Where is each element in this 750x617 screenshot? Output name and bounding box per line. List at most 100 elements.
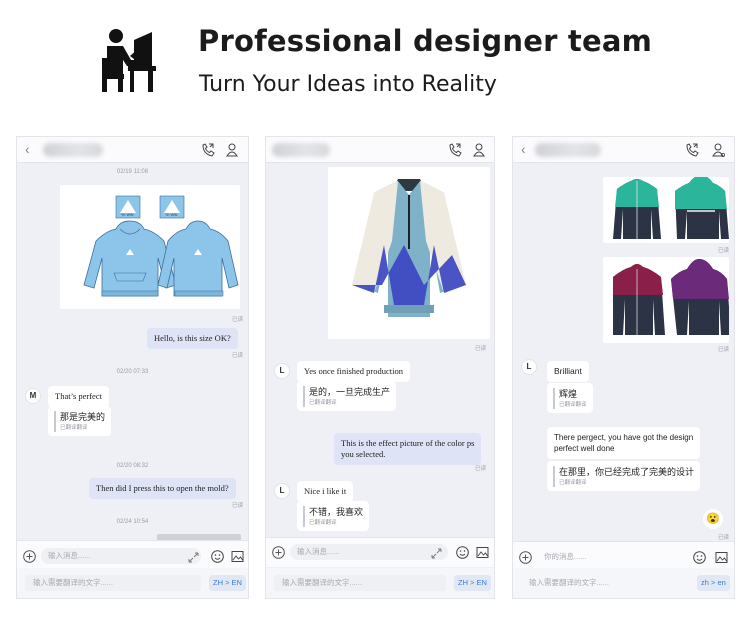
incoming-line-2: perfect well done — [554, 444, 615, 453]
chat-topbar — [266, 137, 494, 163]
phone-call-icon[interactable] — [685, 142, 699, 158]
chat-screenshot-2: 已读 L Yes once finished production 是的，一旦完… — [265, 136, 495, 599]
translated-message: 不错，我喜欢 已翻译翻译 — [297, 501, 370, 531]
translated-message: 在那里，你已经完成了完美的设计 已翻译翻译 — [547, 461, 701, 491]
translated-text: 辉煌 — [559, 389, 578, 399]
translate-bar: 输入需要翻译的文字...... ZH > EN — [17, 568, 248, 598]
translate-bar: 输入需要翻译的文字...... zh > en — [513, 568, 734, 598]
emoji-icon[interactable] — [456, 546, 469, 559]
purple-jacket-image[interactable] — [603, 257, 729, 343]
expand-icon[interactable] — [430, 547, 443, 560]
avatar[interactable]: L — [274, 483, 290, 499]
teal-jacket-render — [613, 177, 729, 239]
add-icon[interactable] — [272, 546, 285, 559]
translated-message: 辉煌 已翻译翻译 — [547, 383, 593, 413]
incoming-message: There pergect, you have got the design p… — [547, 427, 701, 459]
back-arrow-icon[interactable]: ‹ — [25, 141, 30, 157]
translate-input[interactable]: 输入需要翻译的文字...... — [521, 575, 689, 591]
design-badge-1: YK WIN — [121, 213, 134, 217]
add-icon[interactable] — [519, 551, 532, 564]
read-receipt: 已读 — [475, 346, 487, 352]
expand-icon[interactable] — [187, 551, 200, 564]
outgoing-line-2: you selected. — [341, 449, 386, 459]
purple-jacket-render — [613, 259, 729, 335]
incoming-message: Brilliant — [547, 361, 589, 382]
language-toggle[interactable]: zh > en — [697, 575, 730, 591]
emoji-icon[interactable] — [693, 551, 706, 564]
hoodie-design-image[interactable]: YK WIN YK WIN — [60, 185, 240, 309]
designer-at-desk-icon — [102, 29, 156, 92]
jacket-render-image[interactable] — [328, 167, 490, 339]
language-toggle[interactable]: ZH > EN — [209, 575, 246, 591]
read-receipt: 已读 — [232, 503, 244, 509]
outgoing-message: This is the effect picture of the color … — [334, 433, 482, 465]
image-icon[interactable] — [715, 551, 728, 564]
translate-bar: 输入需要翻译的文字...... ZH > EN — [266, 568, 494, 598]
translated-label: 已翻译翻译 — [309, 400, 337, 406]
teal-jacket-back — [675, 177, 729, 239]
outgoing-line-1: This is the effect picture of the color … — [341, 438, 475, 448]
phone-call-icon[interactable] — [201, 142, 215, 158]
read-receipt: 已读 — [232, 353, 244, 359]
message-input[interactable]: 输入消息...... — [290, 544, 448, 560]
purple-jacket-front — [613, 264, 665, 335]
message-input[interactable]: 你的消息...... — [537, 549, 687, 565]
timestamp: 02/20 08:32 — [116, 463, 149, 469]
read-receipt: 已读 — [475, 466, 487, 472]
message-input[interactable]: 输入消息...... — [41, 548, 201, 564]
banner-header: Professional designer team Turn Your Ide… — [0, 0, 750, 128]
hoodie-sketch: YK WIN YK WIN — [83, 195, 239, 297]
jacket-render — [352, 179, 466, 317]
purple-jacket-back — [671, 259, 729, 335]
back-arrow-icon[interactable]: ‹ — [521, 141, 526, 157]
translated-message: 那是完美的 已翻译翻译 — [48, 406, 112, 436]
read-receipt: 已读 — [718, 347, 730, 353]
read-receipt: 已读 — [718, 248, 730, 254]
add-icon[interactable] — [23, 550, 36, 563]
teal-jacket-image[interactable] — [603, 177, 729, 243]
banner-title: Professional designer team — [198, 24, 653, 58]
profile-icon[interactable] — [472, 142, 486, 158]
translate-input[interactable]: 输入需要翻译的文字...... — [25, 575, 201, 591]
translated-message: 是的，一旦完成生产 已翻译翻译 — [297, 381, 397, 411]
avatar[interactable]: L — [274, 363, 290, 379]
image-icon[interactable] — [476, 546, 489, 559]
incoming-message: Yes once finished production — [297, 361, 410, 382]
image-icon[interactable] — [231, 550, 244, 563]
read-receipt: 已读 — [232, 317, 244, 323]
translated-label: 已翻译翻译 — [309, 520, 337, 526]
message-input-bar: 你的消息...... — [513, 541, 734, 571]
avatar[interactable]: L — [521, 359, 537, 375]
chat-topbar: ‹ — [513, 137, 734, 163]
blurred-contact-name — [535, 143, 601, 157]
timestamp: 02/20 07:33 — [116, 369, 149, 375]
incoming-message: That’s perfect — [48, 386, 109, 407]
translated-text: 不错，我喜欢 — [309, 507, 364, 517]
timestamp: 02/24 10:54 — [116, 519, 149, 525]
banner-subtitle: Turn Your Ideas into Reality — [199, 72, 497, 97]
teal-jacket-front — [613, 179, 661, 239]
message-input-bar: 输入消息...... — [266, 537, 494, 567]
message-input-bar: 输入消息...... — [17, 540, 248, 570]
translated-label: 已翻译翻译 — [559, 402, 587, 408]
emoji-reaction: 😮 — [703, 509, 723, 529]
blurred-contact-name — [43, 143, 103, 157]
timestamp: 02/19 11:08 — [116, 169, 149, 175]
avatar[interactable]: M — [25, 388, 41, 404]
outgoing-message: Then did I press this to open the mold? — [89, 478, 236, 499]
translated-text: 是的，一旦完成生产 — [309, 387, 391, 397]
language-toggle[interactable]: ZH > EN — [454, 575, 491, 591]
emoji-icon[interactable] — [211, 550, 224, 563]
profile-settings-icon[interactable] — [711, 142, 725, 158]
translate-input[interactable]: 输入需要翻译的文字...... — [274, 575, 446, 591]
incoming-message: Nice i like it — [297, 481, 354, 502]
phone-call-icon[interactable] — [448, 142, 462, 158]
translated-label: 已翻译翻译 — [60, 425, 88, 431]
chat-topbar: ‹ — [17, 137, 248, 163]
chat-screenshot-3: ‹ 已读 已读 L Brilliant 辉煌 已翻译翻译 There perge… — [512, 136, 735, 599]
design-badge-2: YK WIN — [165, 213, 178, 217]
translated-text: 那是完美的 — [60, 412, 106, 422]
chat-screenshot-1: ‹ 02/19 11:08 YK WIN YK WIN 已读 Hello, is… — [16, 136, 249, 599]
read-receipt: 已读 — [718, 535, 730, 541]
profile-icon[interactable] — [225, 142, 239, 158]
